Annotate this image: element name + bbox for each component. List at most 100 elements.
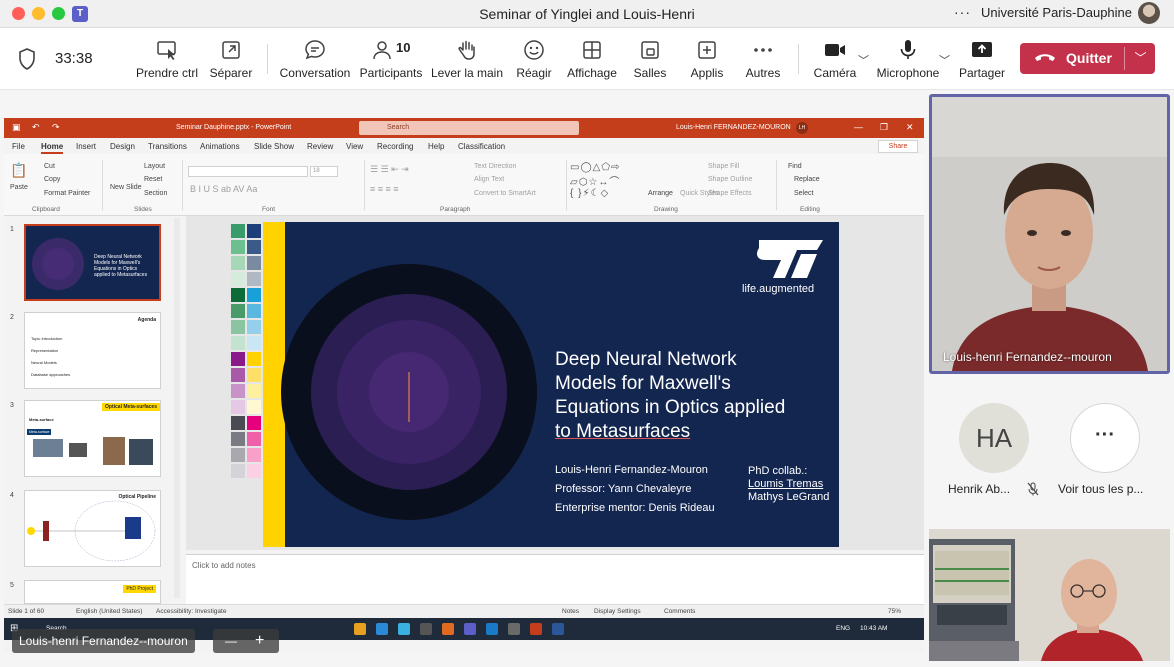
menu-animations: Animations: [200, 142, 240, 151]
more-icon: [754, 48, 772, 52]
camera-icon: [825, 44, 845, 56]
window-title-bar: T Seminar of Yinglei and Louis-Henri ···…: [0, 0, 1174, 28]
participants-button[interactable]: 10 Participants: [358, 38, 424, 84]
view-button[interactable]: Affichage: [564, 38, 620, 84]
shield-icon[interactable]: [18, 48, 36, 70]
shape-outline-label: Shape Outline: [708, 176, 753, 183]
menu-insert: Insert: [76, 142, 97, 151]
breakout-rooms-icon: [641, 41, 659, 59]
paste-label: Paste: [10, 184, 28, 191]
title-more-button[interactable]: ···: [954, 4, 971, 20]
leave-options-chevron-icon[interactable]: ﹀: [1126, 43, 1155, 74]
toolbar-separator: [267, 44, 268, 74]
react-button[interactable]: Réagir: [513, 38, 555, 84]
save-icon: ▣: [12, 122, 21, 132]
menu-review: Review: [307, 142, 334, 151]
menu-file: File: [12, 142, 25, 151]
powerpoint-share-button: Share: [878, 140, 918, 153]
participant-avatar-ha[interactable]: HA: [959, 403, 1029, 473]
chat-button[interactable]: Conversation: [279, 38, 351, 84]
text-direction-label: Text Direction: [474, 163, 517, 170]
display-settings-toggle: Display Settings: [594, 608, 641, 615]
microphone-button[interactable]: Microphone: [874, 38, 942, 84]
powerpoint-title-bar: ▣ ↶ ↷ Seminar Dauphine.pptx - PowerPoint…: [4, 118, 924, 138]
language-status: English (United States): [76, 608, 143, 615]
add-apps-icon: [698, 41, 716, 59]
shape-fill-label: Shape Fill: [708, 163, 740, 170]
take-control-icon: [157, 41, 176, 60]
st-logo-icon: [757, 240, 823, 278]
participant-name-ha: Henrik Ab...: [948, 482, 1011, 496]
apps-button[interactable]: Applis: [686, 38, 728, 84]
section-label: Section: [144, 190, 168, 197]
slide-thumbnail-2: Agenda Topic Introduction Representation…: [24, 312, 161, 389]
raise-hand-button[interactable]: Lever la main: [430, 38, 504, 84]
share-screen-button[interactable]: Partager: [956, 38, 1008, 84]
meeting-toolbar: 33:38 Prendre ctrl Séparer Conversation: [0, 28, 1174, 90]
group-paragraph: Paragraph: [440, 206, 471, 213]
microphone-options-chevron-icon[interactable]: ﹀: [939, 52, 950, 68]
camera-options-chevron-icon[interactable]: ﹀: [858, 52, 869, 68]
participant-video-main[interactable]: Louis-henri Fernandez--mouron: [929, 94, 1170, 374]
taskbar-powerpoint-icon: [530, 623, 542, 635]
powerpoint-status-bar: Slide 1 of 60 English (United States) Ac…: [4, 604, 924, 618]
view-all-participants-label: Voir tous les p...: [1058, 482, 1144, 496]
slide-collaborators: PhD collab.: Loumis Tremas Mathys LeGran…: [748, 465, 830, 503]
participant-video-feed: [929, 529, 1170, 661]
take-control-button[interactable]: Prendre ctrl: [134, 38, 200, 84]
slide-thumbnail-pane: 1 Deep Neural Network Models for Maxwell…: [4, 216, 182, 604]
paste-icon: 📋: [10, 162, 28, 178]
reset-label: Reset: [144, 176, 163, 183]
group-drawing: Drawing: [654, 206, 678, 213]
notes-pane: Click to add notes: [186, 554, 924, 604]
select-label: Select: [794, 190, 814, 197]
user-avatar[interactable]: [1138, 2, 1160, 24]
copy-label: Copy: [44, 176, 61, 183]
taskbar-app-icon: [508, 623, 520, 635]
replace-label: Replace: [794, 176, 820, 183]
menu-classification: Classification: [458, 142, 506, 151]
st-brand-tagline: life.augmented: [742, 283, 815, 295]
breakout-rooms-button[interactable]: Salles: [630, 38, 670, 84]
powerpoint-search-box: Search: [359, 121, 579, 135]
slide-count: Slide 1 of 60: [8, 608, 45, 615]
menu-design: Design: [110, 142, 135, 151]
more-actions-button[interactable]: Autres: [742, 38, 784, 84]
taskbar-language: ENG: [836, 625, 851, 632]
shapes-gallery-icon: ▭◯△⬠⇨ ▱⬡☆↔⌒{ }⚡☾◇: [570, 162, 621, 199]
find-label: Find: [788, 163, 802, 170]
smartart-label: Convert to SmartArt: [474, 190, 536, 197]
align-text-label: Align Text: [474, 176, 505, 183]
pop-out-button[interactable]: Séparer: [205, 38, 257, 84]
current-slide: life.augmented Deep Neural Network Model…: [229, 222, 839, 547]
presenter-name-tag: Louis-henri Fernandez--mouron: [12, 629, 195, 653]
leave-meeting-button[interactable]: Quitter ﹀: [1020, 43, 1155, 74]
bold-icon: B I U S ab AV Aa: [190, 184, 258, 194]
ppt-zoom-level: 75%: [888, 608, 902, 615]
participants-count: 10: [396, 40, 411, 55]
organization-name[interactable]: Université Paris-Dauphine: [981, 5, 1132, 20]
shape-effects-label: Shape Effects: [708, 190, 752, 197]
zoom-in-button[interactable]: +: [255, 629, 264, 653]
taskbar-app-icon: [420, 623, 432, 635]
slide-thumbnail-1: Deep Neural Network Models for Maxwell's…: [24, 224, 161, 301]
group-slides: Slides: [134, 206, 152, 213]
smiley-icon: [524, 40, 544, 60]
meeting-stage: ▣ ↶ ↷ Seminar Dauphine.pptx - PowerPoint…: [0, 90, 1174, 667]
participant-video-small[interactable]: [929, 529, 1170, 661]
taskbar-app-icon: [552, 623, 564, 635]
group-clipboard: Clipboard: [32, 206, 60, 213]
shared-screen-zoom-control: — +: [213, 629, 279, 653]
group-editing: Editing: [800, 206, 820, 213]
camera-button[interactable]: Caméra: [812, 38, 858, 84]
cut-label: Cut: [44, 163, 55, 170]
group-font: Font: [262, 206, 276, 213]
zoom-out-button[interactable]: —: [225, 629, 237, 653]
view-all-participants-button[interactable]: ···: [1070, 403, 1140, 473]
powerpoint-ribbon: 📋 Paste Cut Copy Format Painter Clipboar…: [4, 154, 924, 216]
bullets-icon: ☰ ☰ ⇤ ⇥: [370, 164, 409, 174]
taskbar-app-icon: [354, 623, 366, 635]
slide-authors: Louis-Henri Fernandez-Mouron Professor: …: [555, 464, 715, 514]
notes-placeholder: Click to add notes: [192, 561, 256, 570]
menu-transitions: Transitions: [148, 142, 187, 151]
